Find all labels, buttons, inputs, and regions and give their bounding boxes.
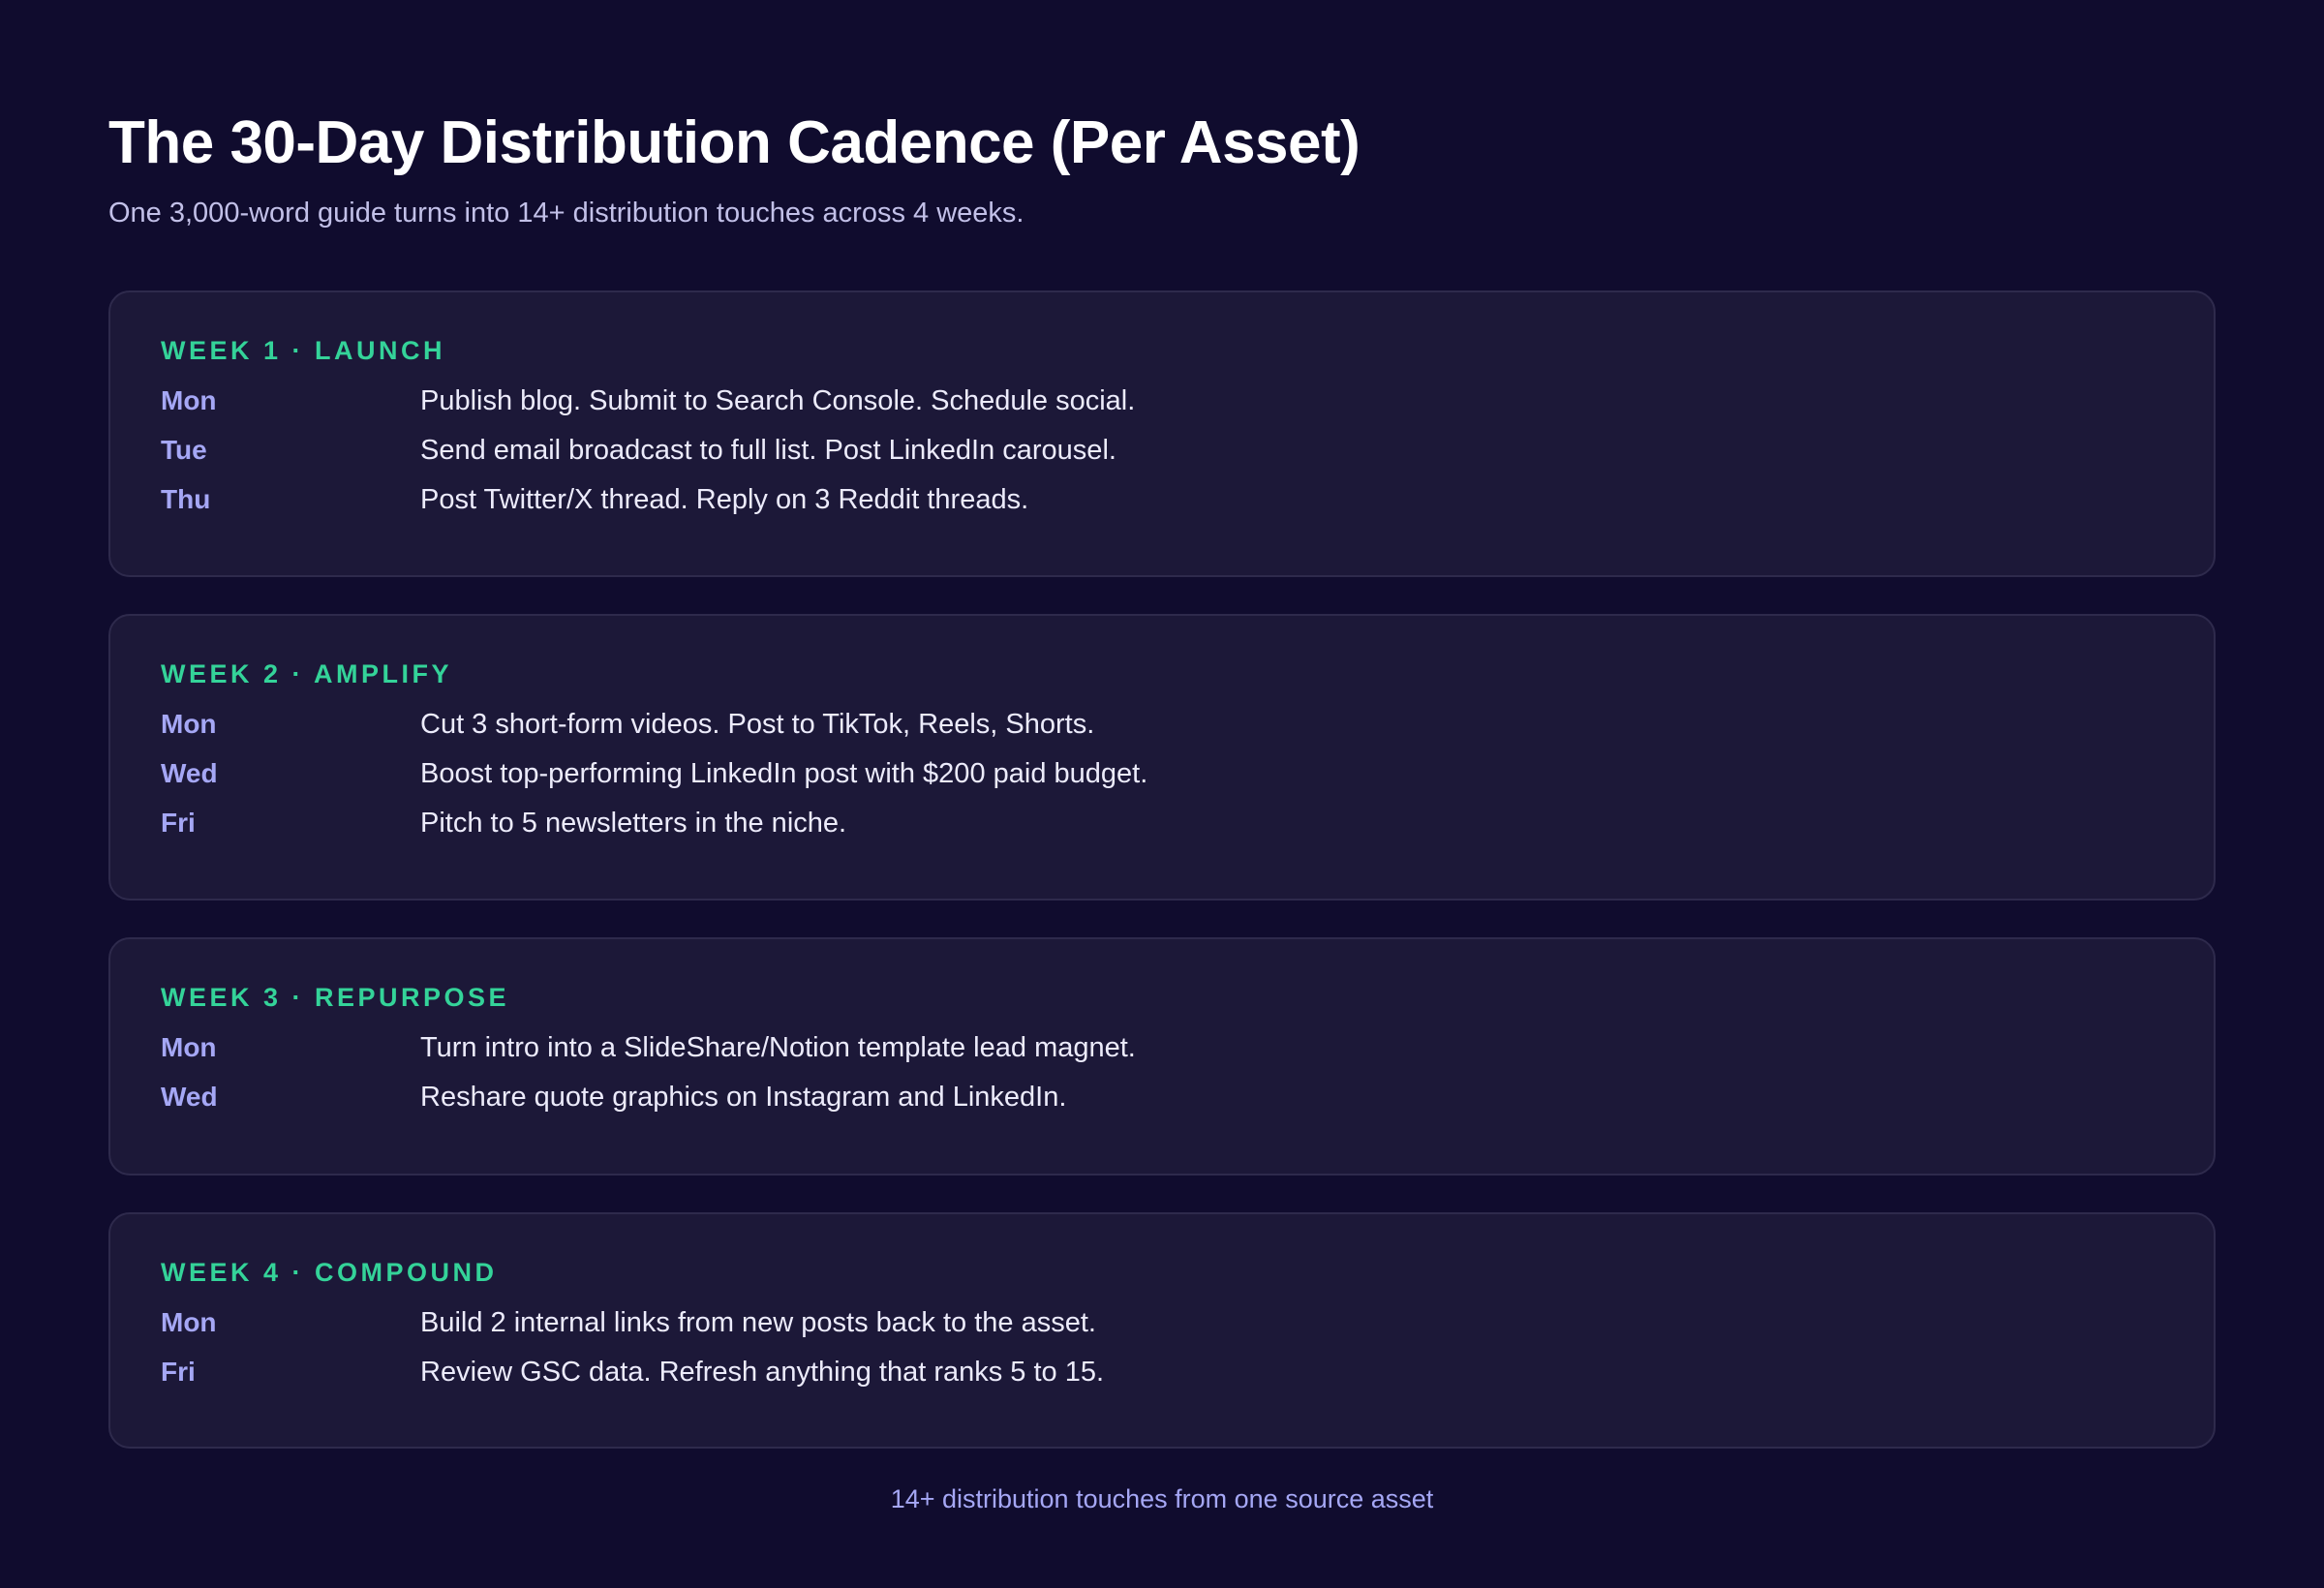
week-rows: Mon Publish blog. Submit to Search Conso…	[161, 383, 2163, 517]
page-subtitle: One 3,000-word guide turns into 14+ dist…	[108, 198, 1024, 229]
task-text: Cut 3 short-form videos. Post to TikTok,…	[420, 708, 1095, 740]
task-text: Turn intro into a SlideShare/Notion temp…	[420, 1031, 1136, 1063]
page: The 30-Day Distribution Cadence (Per Ass…	[0, 0, 2324, 1588]
day-label: Mon	[161, 1032, 217, 1062]
task-text: Build 2 internal links from new posts ba…	[420, 1306, 1096, 1338]
week-label: WEEK 2 · AMPLIFY	[161, 659, 453, 688]
week-rows: Mon Turn intro into a SlideShare/Notion …	[161, 1030, 2163, 1115]
day-label: Thu	[161, 484, 211, 514]
day-label: Tue	[161, 435, 207, 465]
week-label: WEEK 4 · COMPOUND	[161, 1258, 498, 1287]
schedule-row: Wed Reshare quote graphics on Instagram …	[161, 1080, 2163, 1115]
week-rows: Mon Cut 3 short-form videos. Post to Tik…	[161, 707, 2163, 840]
week-rows: Mon Build 2 internal links from new post…	[161, 1305, 2163, 1390]
task-text: Boost top-performing LinkedIn post with …	[420, 757, 1148, 789]
week-label: WEEK 3 · REPURPOSE	[161, 983, 510, 1012]
task-text: Reshare quote graphics on Instagram and …	[420, 1081, 1067, 1113]
day-label: Mon	[161, 709, 217, 739]
week-label: WEEK 1 · LAUNCH	[161, 336, 445, 365]
task-text: Review GSC data. Refresh anything that r…	[420, 1356, 1105, 1388]
day-label: Wed	[161, 758, 218, 788]
day-label: Wed	[161, 1082, 218, 1112]
weeks-list: WEEK 1 · LAUNCH Mon Publish blog. Submit…	[108, 290, 2216, 1449]
day-label: Mon	[161, 1307, 217, 1337]
week-card-2: WEEK 2 · AMPLIFY Mon Cut 3 short-form vi…	[108, 614, 2216, 901]
task-text: Send email broadcast to full list. Post …	[420, 434, 1116, 466]
page-title: The 30-Day Distribution Cadence (Per Ass…	[108, 109, 1361, 176]
week-card-4: WEEK 4 · COMPOUND Mon Build 2 internal l…	[108, 1212, 2216, 1449]
schedule-row: Mon Cut 3 short-form videos. Post to Tik…	[161, 707, 2163, 742]
week-card-3: WEEK 3 · REPURPOSE Mon Turn intro into a…	[108, 937, 2216, 1176]
day-label: Fri	[161, 808, 196, 838]
task-text: Pitch to 5 newsletters in the niche.	[420, 807, 847, 839]
schedule-row: Mon Build 2 internal links from new post…	[161, 1305, 2163, 1340]
task-text: Publish blog. Submit to Search Console. …	[420, 384, 1136, 416]
schedule-row: Tue Send email broadcast to full list. P…	[161, 433, 2163, 468]
week-card-1: WEEK 1 · LAUNCH Mon Publish blog. Submit…	[108, 290, 2216, 577]
schedule-row: Wed Boost top-performing LinkedIn post w…	[161, 756, 2163, 791]
schedule-row: Fri Review GSC data. Refresh anything th…	[161, 1355, 2163, 1390]
schedule-row: Thu Post Twitter/X thread. Reply on 3 Re…	[161, 482, 2163, 517]
schedule-row: Mon Publish blog. Submit to Search Conso…	[161, 383, 2163, 418]
day-label: Mon	[161, 385, 217, 415]
day-label: Fri	[161, 1357, 196, 1387]
schedule-row: Fri Pitch to 5 newsletters in the niche.	[161, 806, 2163, 840]
footer-note: 14+ distribution touches from one source…	[890, 1484, 1434, 1513]
schedule-row: Mon Turn intro into a SlideShare/Notion …	[161, 1030, 2163, 1065]
task-text: Post Twitter/X thread. Reply on 3 Reddit…	[420, 483, 1029, 515]
